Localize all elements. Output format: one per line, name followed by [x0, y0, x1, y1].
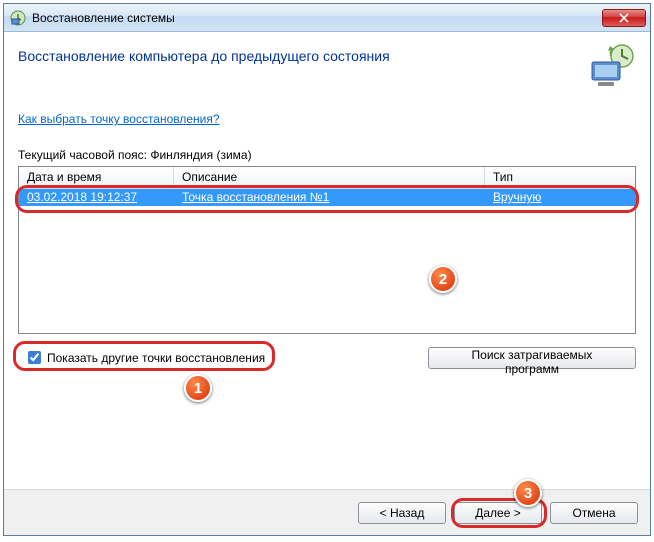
help-link-row: Как выбрать точку восстановления? [18, 112, 636, 126]
next-button[interactable]: Далее > [454, 502, 542, 524]
restore-points-table[interactable]: Дата и время Описание Тип 03.02.2018 19:… [18, 166, 636, 334]
show-more-label: Показать другие точки восстановления [47, 351, 265, 365]
close-button[interactable] [602, 9, 646, 27]
restore-icon [588, 42, 636, 90]
window-title: Восстановление системы [32, 11, 602, 25]
titlebar: Восстановление системы [4, 4, 650, 32]
timezone-label: Текущий часовой пояс: Финляндия (зима) [18, 148, 636, 162]
help-link[interactable]: Как выбрать точку восстановления? [18, 112, 220, 126]
system-restore-dialog: Восстановление системы Восстановление ко… [3, 3, 651, 536]
cell-desc: Точка восстановления №1 [174, 189, 485, 206]
show-more-checkbox-wrap[interactable]: Показать другие точки восстановления [18, 344, 271, 371]
cell-type: Вручную [485, 189, 635, 206]
header-row: Восстановление компьютера до предыдущего… [18, 42, 636, 90]
search-affected-programs-button[interactable]: Поиск затрагиваемых программ [428, 347, 636, 369]
cell-date: 03.02.2018 19:12:37 [19, 189, 174, 206]
col-header-desc[interactable]: Описание [174, 167, 485, 188]
show-more-checkbox[interactable] [28, 351, 41, 364]
col-header-type[interactable]: Тип [485, 167, 635, 188]
options-row: Показать другие точки восстановления Пои… [18, 344, 636, 371]
app-icon [10, 10, 26, 26]
table-row[interactable]: 03.02.2018 19:12:37 Точка восстановления… [19, 189, 635, 206]
wizard-footer: < Назад Далее > Отмена [4, 489, 650, 535]
back-button[interactable]: < Назад [358, 502, 446, 524]
restore-points-table-wrap: Дата и время Описание Тип 03.02.2018 19:… [18, 166, 636, 334]
cancel-button[interactable]: Отмена [550, 502, 638, 524]
page-heading: Восстановление компьютера до предыдущего… [18, 48, 390, 64]
table-header: Дата и время Описание Тип [19, 167, 635, 189]
col-header-date[interactable]: Дата и время [19, 167, 174, 188]
content-area: Восстановление компьютера до предыдущего… [4, 32, 650, 383]
